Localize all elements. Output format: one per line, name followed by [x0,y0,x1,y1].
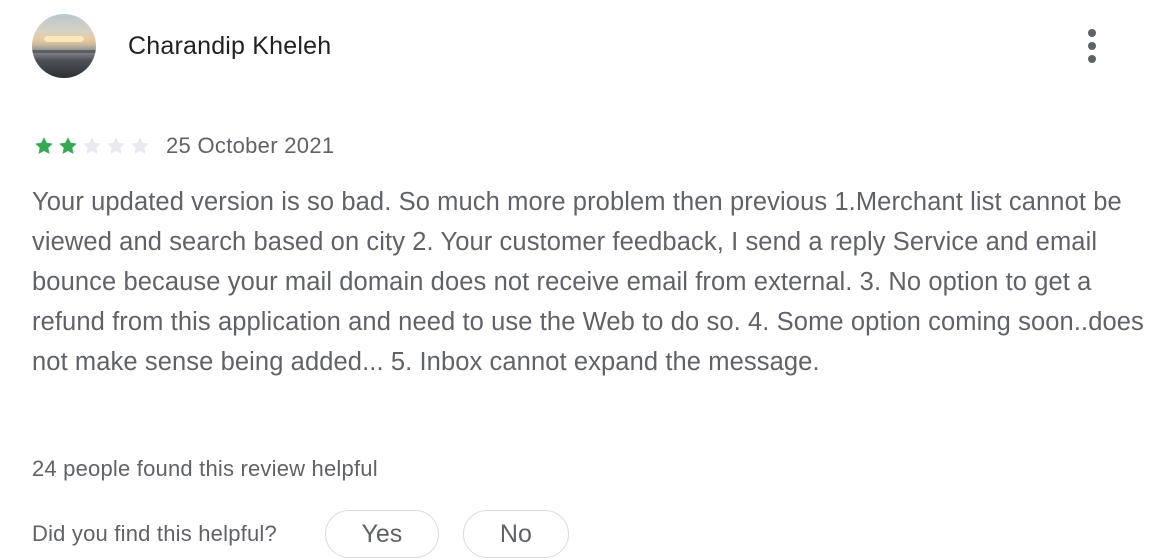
helpful-question: Did you find this helpful? [32,521,277,546]
author-name: Charandip Kheleh [128,32,332,60]
star-empty-icon [107,137,125,154]
avatar-sky-highlight [44,36,84,42]
star-filled-icon [35,137,53,154]
star-empty-icon [83,137,101,154]
more-options-button[interactable] [1072,24,1112,68]
yes-button[interactable]: Yes [324,510,439,558]
more-vert-icon-dot [1088,29,1096,37]
more-vert-icon-dot [1088,55,1096,63]
review-date: 25 October 2021 [166,133,335,158]
avatar [32,14,96,78]
star-filled-icon [59,137,77,154]
more-vert-icon-dot [1088,42,1096,50]
star-rating [32,134,152,158]
no-button[interactable]: No [462,510,569,558]
helpful-feedback: Did you find this helpful? Yes No [32,510,569,558]
star-empty-icon [131,137,149,154]
avatar-horizon [32,50,96,53]
review-text: Your updated version is so bad. So much … [32,188,1144,376]
rating-row: 25 October 2021 [32,131,334,161]
helpful-count: 24 people found this review helpful [32,456,378,481]
